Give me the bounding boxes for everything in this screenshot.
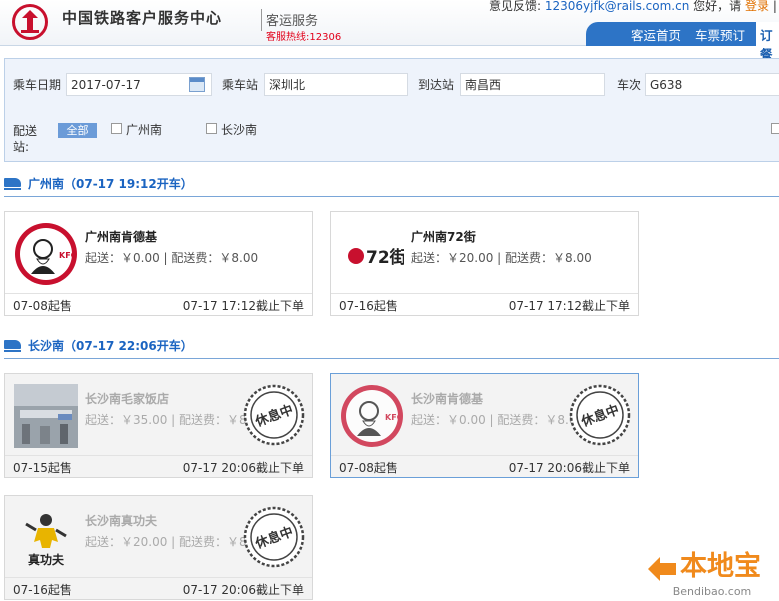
watermark-text: 本地宝 [680,550,761,582]
resting-stamp-icon: 休息中 [243,506,305,568]
shop-name[interactable]: 广州南肯德基 [85,228,157,245]
delivery-station-label-2: 站: [13,140,30,154]
resting-stamp-icon: 休息中 [569,384,631,446]
china-railway-logo-icon[interactable] [12,4,48,40]
train-icon [4,340,21,352]
shop-fee: 起送：￥20.00 | 配送费：￥8.0 [85,535,259,549]
shop-fee: 起送：￥35.00 | 配送费：￥8.0 [85,413,259,427]
top-right-links: 意见反馈: 12306yjfk@rails.com.cn 您好，请 登录 | 注 [489,0,779,14]
shop-name[interactable]: 广州南72街 [411,228,476,245]
date-label: 乘车日期 [13,78,62,92]
filter-all-chip[interactable]: 全部 [58,123,97,138]
main-nav: 客运首页 车票预订 订餐 [586,22,779,62]
sale-start: 07-16起售 [339,299,398,313]
shop-name[interactable]: 长沙南真功夫 [85,512,157,529]
station-checkbox-label: 长沙南 [221,123,258,137]
station-checkbox-label: 广州南 [126,123,163,137]
shop-card[interactable]: KFC 广州南肯德基 起送：￥0.00 | 配送费：￥8.00 07-08起售 … [4,211,313,316]
hotline: 客服热线:12306 [266,32,342,43]
bendibao-watermark-logo: 本地宝 Bendibao.com [648,550,761,598]
restaurant-photo-icon [14,384,78,448]
section-title: 长沙南（07-17 22:06开车） [28,339,193,353]
shop-name[interactable]: 长沙南肯德基 [411,390,483,407]
delivery-station-label: 配送 [13,124,38,138]
order-cutoff: 07-17 17:12截止下单 [182,299,304,313]
order-cutoff: 07-17 20:06截止下单 [508,461,630,475]
brand-divider [261,9,262,31]
brand-title: 中国铁路客户服务中心 [62,9,223,27]
nav-ticket-booking[interactable]: 车票预订 [695,25,745,44]
shop-card[interactable]: 72街 广州南72街 起送：￥20.00 | 配送费：￥8.00 07-16起售… [330,211,639,316]
section-header-changshanan: 长沙南（07-17 22:06开车） [4,337,779,359]
kfc-logo-text: KFC [59,251,77,260]
kfc-logo-text: KFC [385,413,403,422]
order-cutoff: 07-17 20:06截止下单 [182,461,304,475]
72jie-logo-text: 72街 [366,247,404,268]
zhengongfu-logo-text: 真功夫 [28,552,65,567]
shop-fee: 起送：￥0.00 | 配送费：￥8.0 [411,413,577,427]
72jie-logo-icon: 72街 [348,247,404,268]
link-separator: | [772,0,777,13]
card-footer: 07-08起售 07-17 17:12截止下单 [5,293,312,315]
shop-name[interactable]: 长沙南毛家饭店 [85,390,169,407]
card-footer: 07-16起售 07-17 20:06截止下单 [5,577,312,599]
to-station-input[interactable] [460,73,605,96]
shop-fee: 起送：￥20.00 | 配送费：￥8.00 [411,251,592,265]
calendar-icon[interactable] [189,77,205,92]
section-title: 广州南（07-17 19:12开车） [28,177,193,191]
watermark-url: Bendibao.com [673,585,752,598]
sale-start: 07-15起售 [13,461,72,475]
to-station-label: 到达站 [418,78,455,92]
nav-home[interactable]: 客运首页 [631,25,681,44]
shop-fee: 起送：￥0.00 | 配送费：￥8.00 [85,251,259,265]
station-checkbox-guangzhounan[interactable] [111,123,122,134]
card-footer: 07-08起售 07-17 20:06截止下单 [331,455,638,477]
shop-card[interactable]: 真功夫 长沙南真功夫 起送：￥20.00 | 配送费：￥8.0 休息中 07-1… [4,495,313,600]
login-link[interactable]: 登录 [745,0,769,13]
card-footer: 07-16起售 07-17 17:12截止下单 [331,293,638,315]
train-icon [4,178,21,190]
feedback-email-link[interactable]: 12306yjfk@rails.com.cn [545,0,689,13]
kfc-logo-icon: KFC [15,223,77,285]
shop-card[interactable]: KFC 长沙南肯德基 起送：￥0.00 | 配送费：￥8.0 休息中 07-08… [330,373,639,478]
sale-start: 07-16起售 [13,583,72,597]
feedback-label: 意见反馈: [489,0,542,13]
zhengongfu-logo-icon: 真功夫 [25,514,67,567]
from-station-input[interactable] [264,73,408,96]
train-no-label: 车次 [617,78,642,92]
sale-start: 07-08起售 [339,461,398,475]
kfc-logo-icon: KFC [341,385,403,447]
card-footer: 07-15起售 07-17 20:06截止下单 [5,455,312,477]
top-header: 中国铁路客户服务中心 客运服务 客服热线:12306 意见反馈: 12306yj… [0,0,779,62]
extra-checkbox[interactable] [771,123,779,134]
station-checkbox-changshanan[interactable] [206,123,217,134]
sale-start: 07-08起售 [13,299,72,313]
sub-brand: 客运服务 [266,14,319,29]
resting-stamp-icon: 休息中 [243,384,305,446]
shop-card[interactable]: 长沙南毛家饭店 起送：￥35.00 | 配送费：￥8.0 休息中 07-15起售… [4,373,313,478]
search-panel: 乘车日期 乘车站 到达站 车次 配送 站: 全部 广州南 长沙南 [4,58,779,162]
train-no-input[interactable] [645,73,779,96]
order-cutoff: 07-17 20:06截止下单 [182,583,304,597]
from-station-label: 乘车站 [222,78,259,92]
nav-meal-order[interactable]: 订餐 [756,22,779,62]
order-cutoff: 07-17 17:12截止下单 [508,299,630,313]
greeting: 您好，请 [693,0,742,13]
section-header-guangzhounan: 广州南（07-17 19:12开车） [4,175,779,197]
